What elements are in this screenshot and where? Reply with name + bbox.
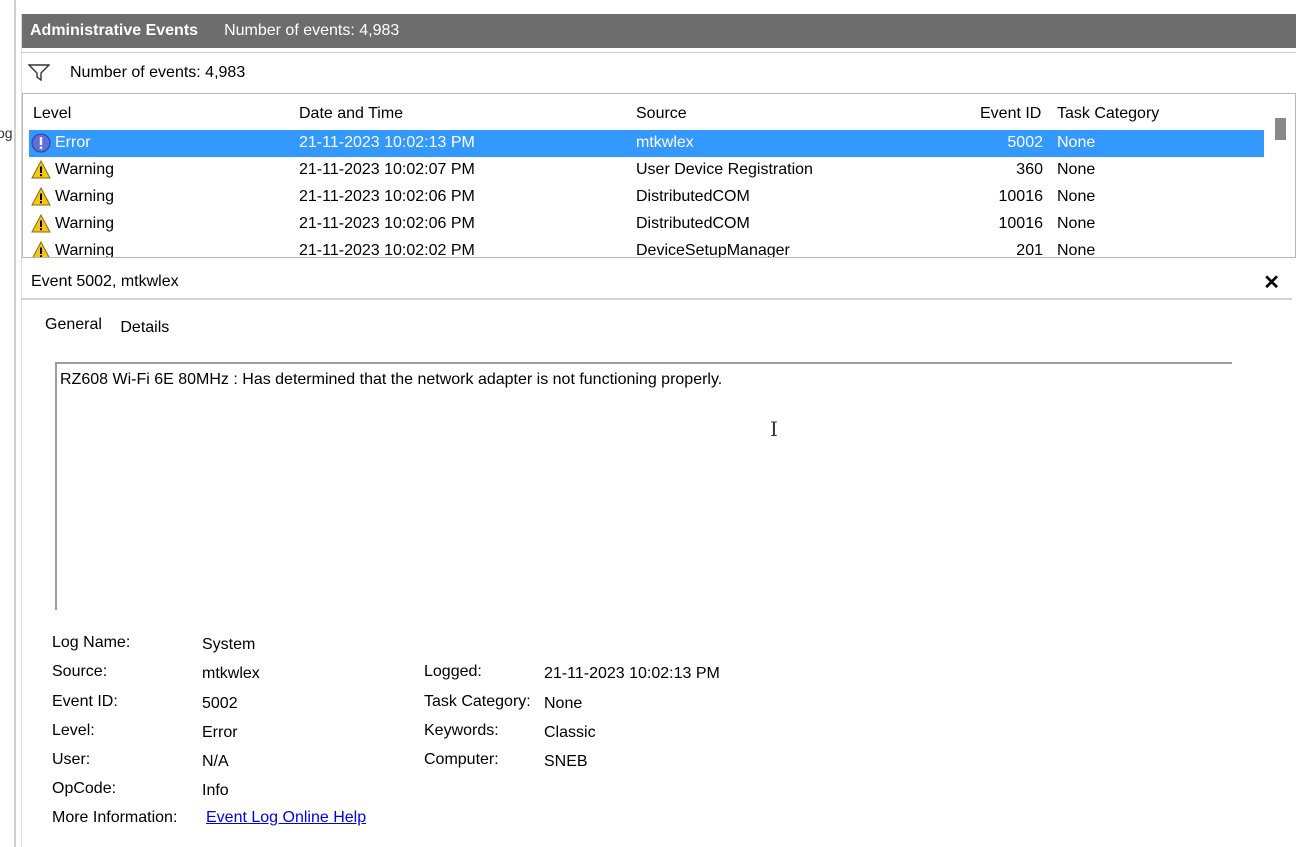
- keywords-label: Keywords:: [424, 722, 499, 739]
- tab-general[interactable]: General: [45, 316, 102, 333]
- warning-icon: [31, 160, 51, 179]
- event-description-box[interactable]: RZ608 Wi-Fi 6E 80MHz : Has determined th…: [55, 362, 1232, 610]
- row-source: DeviceSetupManager: [636, 242, 790, 258]
- row-source: User Device Registration: [636, 161, 813, 178]
- event-description: RZ608 Wi-Fi 6E 80MHz : Has determined th…: [60, 371, 723, 388]
- row-datetime: 21-11-2023 10:02:06 PM: [299, 215, 475, 232]
- column-header-date-time[interactable]: Date and Time: [299, 105, 403, 123]
- computer-label: Computer:: [424, 751, 499, 768]
- row-event-id: 10016: [998, 215, 1044, 232]
- logged-label: Logged:: [424, 663, 482, 680]
- row-datetime: 21-11-2023 10:02:06 PM: [299, 188, 475, 205]
- table-row[interactable]: Error 21-11-2023 10:02:13 PM mtkwlex 500…: [29, 130, 1264, 157]
- task-category-label: Task Category:: [424, 693, 531, 710]
- row-source: DistributedCOM: [636, 188, 750, 205]
- filter-event-count: Number of events: 4,983: [70, 64, 246, 81]
- row-event-id: 10016: [998, 188, 1044, 205]
- row-category: None: [1057, 161, 1096, 178]
- table-row[interactable]: Warning 21-11-2023 10:02:06 PM Distribut…: [29, 184, 1264, 211]
- table-row[interactable]: Warning 21-11-2023 10:02:06 PM Distribut…: [29, 211, 1264, 238]
- row-datetime: 21-11-2023 10:02:02 PM: [299, 242, 475, 258]
- row-category: None: [1057, 188, 1096, 205]
- event-detail-header: Event 5002, mtkwlex ✕: [22, 266, 1292, 300]
- row-level: Warning: [55, 215, 114, 232]
- opcode-label: OpCode:: [52, 780, 117, 797]
- column-header-task-category[interactable]: Task Category: [1057, 105, 1159, 123]
- row-event-id: 5002: [1007, 134, 1043, 151]
- column-header-event-id[interactable]: Event ID: [980, 105, 1041, 123]
- scrollbar-thumb[interactable]: [1275, 118, 1286, 140]
- level-label: Level:: [52, 722, 95, 739]
- log-name-value: System: [202, 636, 256, 653]
- row-source: DistributedCOM: [636, 215, 750, 232]
- computer-value: SNEB: [544, 753, 588, 770]
- left-panel-edge: og: [0, 0, 14, 847]
- close-icon[interactable]: ✕: [1263, 270, 1280, 295]
- row-level: Warning: [55, 161, 114, 178]
- filter-bar: Number of events: 4,983: [22, 52, 1296, 93]
- row-level: Warning: [55, 188, 114, 205]
- keywords-value: Classic: [544, 724, 596, 741]
- user-value: N/A: [202, 753, 229, 770]
- tab-details[interactable]: Details: [120, 319, 169, 336]
- text-cursor-icon: I: [770, 417, 778, 441]
- header-event-count: Number of events: 4,983: [224, 22, 400, 39]
- events-grid: Level Date and Time Source Event ID Task…: [22, 93, 1296, 258]
- warning-icon: [32, 241, 50, 257]
- filter-icon[interactable]: [28, 64, 50, 82]
- row-level: Warning: [55, 242, 114, 258]
- logged-value: 21-11-2023 10:02:13 PM: [544, 665, 720, 682]
- left-panel-clipped-text: og: [0, 125, 13, 141]
- view-title: Administrative Events: [30, 22, 199, 39]
- event-id-value: 5002: [202, 695, 238, 712]
- detail-tabs: General Details: [45, 316, 183, 336]
- error-icon: [31, 133, 51, 153]
- row-event-id: 201: [1016, 242, 1043, 258]
- view-header: Administrative Events Number of events: …: [22, 14, 1296, 48]
- event-detail-title: Event 5002, mtkwlex: [31, 273, 179, 290]
- grid-header: Level Date and Time Source Event ID Task…: [23, 94, 1263, 130]
- row-level: Error: [55, 134, 91, 151]
- row-datetime: 21-11-2023 10:02:07 PM: [299, 161, 475, 178]
- table-row[interactable]: Warning 21-11-2023 10:02:02 PM DeviceSet…: [29, 238, 1264, 258]
- opcode-value: Info: [202, 782, 229, 799]
- splitter[interactable]: [14, 0, 16, 847]
- task-category-value: None: [544, 695, 583, 712]
- row-event-id: 360: [1016, 161, 1043, 178]
- row-category: None: [1057, 215, 1096, 232]
- warning-icon: [31, 187, 51, 206]
- level-value: Error: [202, 724, 238, 741]
- grid-scrollbar[interactable]: [1265, 94, 1295, 257]
- event-id-label: Event ID:: [52, 693, 118, 710]
- log-name-label: Log Name:: [52, 634, 131, 651]
- user-label: User:: [52, 751, 91, 768]
- column-header-level[interactable]: Level: [33, 105, 71, 123]
- row-datetime: 21-11-2023 10:02:13 PM: [299, 134, 475, 151]
- more-information-label: More Information:: [52, 809, 178, 826]
- row-source: mtkwlex: [636, 134, 694, 151]
- row-category: None: [1057, 242, 1096, 258]
- source-label: Source:: [52, 663, 108, 680]
- column-header-source[interactable]: Source: [636, 105, 687, 123]
- warning-icon: [31, 214, 51, 233]
- source-value: mtkwlex: [202, 665, 260, 682]
- row-category: None: [1057, 134, 1096, 151]
- event-log-online-help-link[interactable]: Event Log Online Help: [206, 809, 366, 827]
- table-row[interactable]: Warning 21-11-2023 10:02:07 PM User Devi…: [29, 157, 1264, 184]
